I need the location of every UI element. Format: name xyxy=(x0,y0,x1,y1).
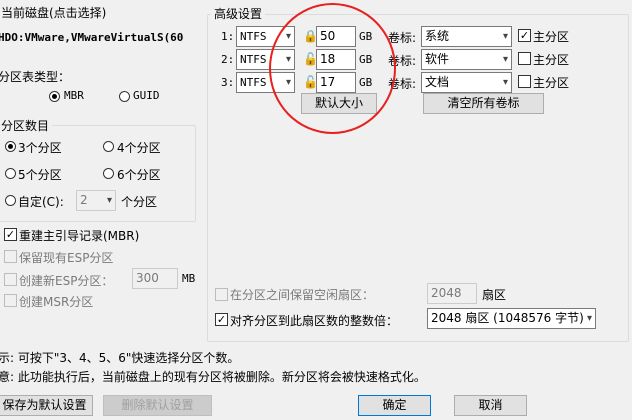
keep-esp-label: 保留现有ESP分区 xyxy=(19,251,114,265)
partition-count-title: 分区数目 xyxy=(0,117,53,134)
row-2-unit: GB xyxy=(359,53,373,66)
disk-selector[interactable]: HDO:VMware,VMwareVirtualS(60 xyxy=(0,28,184,48)
count-6-radio[interactable] xyxy=(103,168,114,179)
row-3-primary-checkbox[interactable] xyxy=(518,75,531,88)
cancel-button[interactable]: 取消 xyxy=(454,395,527,416)
chevron-down-icon: ▾ xyxy=(586,313,592,324)
rebuild-mbr-label: 重建主引导记录(MBR) xyxy=(19,229,140,243)
row-3-unit: GB xyxy=(359,76,373,89)
row-1-vol-label-text: 卷标: xyxy=(388,31,417,45)
guid-radio[interactable] xyxy=(119,91,130,102)
count-4-label: 4个分区 xyxy=(117,141,161,155)
clear-labels-button[interactable]: 清空所有卷标 xyxy=(423,93,544,114)
row-2-fs-combo[interactable]: NTFS ▾ xyxy=(236,49,295,70)
count-5-radio[interactable] xyxy=(5,168,16,179)
esp-unit-label: MB xyxy=(182,272,196,285)
keep-free-label: 在分区之间保留空闲扇区： xyxy=(230,288,375,302)
keep-free-input[interactable]: 2048 xyxy=(427,283,477,304)
count-custom-label: 自定(C): xyxy=(18,195,64,209)
chevron-down-icon: ▾ xyxy=(285,77,291,88)
chevron-down-icon: ▾ xyxy=(502,31,508,42)
keep-free-checkbox[interactable] xyxy=(215,288,228,301)
align-combo[interactable]: 2048 扇区 (1048576 字节) ▾ xyxy=(427,308,596,329)
row-3-size-input[interactable]: 17 xyxy=(316,72,356,93)
chevron-down-icon: ▾ xyxy=(502,77,508,88)
chevron-down-icon: ▾ xyxy=(106,195,112,206)
create-esp-label: 创建新ESP分区： xyxy=(19,274,114,288)
row-3-volume-combo[interactable]: 文档 ▾ xyxy=(421,72,512,93)
row-3-primary-label: 主分区 xyxy=(533,76,570,90)
row-3-fs-value: NTFS xyxy=(240,76,267,89)
count-6-label: 6个分区 xyxy=(117,168,161,182)
row-1-unit: GB xyxy=(359,30,373,43)
row-1-volume-value: 系统 xyxy=(425,29,450,43)
save-default-button[interactable]: 保存为默认设置 xyxy=(0,395,93,416)
count-5-label: 5个分区 xyxy=(18,168,62,182)
disk-group-title: 当前磁盘(点击选择) xyxy=(0,4,110,21)
row-1-index: 1: xyxy=(221,30,235,43)
align-value: 2048 扇区 (1048576 字节) xyxy=(431,311,584,325)
rebuild-mbr-checkbox[interactable]: ✓ xyxy=(4,228,17,241)
row-1-fs-value: NTFS xyxy=(240,30,267,43)
keep-esp-checkbox[interactable] xyxy=(4,250,17,263)
row-2-index: 2: xyxy=(221,53,235,66)
chevron-down-icon: ▾ xyxy=(502,54,508,65)
create-esp-checkbox[interactable] xyxy=(4,273,17,286)
esp-size-input[interactable]: 300 xyxy=(132,268,178,289)
row-1-fs-combo[interactable]: NTFS ▾ xyxy=(236,26,295,47)
row-2-fs-value: NTFS xyxy=(240,53,267,66)
mbr-label: MBR xyxy=(64,89,84,102)
row-3-volume-value: 文档 xyxy=(425,75,450,89)
row-3-index: 3: xyxy=(221,76,235,89)
chevron-down-icon: ▾ xyxy=(285,54,291,65)
count-3-radio[interactable] xyxy=(5,141,16,152)
chevron-down-icon: ▾ xyxy=(285,31,291,42)
create-msr-checkbox[interactable] xyxy=(4,294,17,307)
hint-line-2: 意: 此功能执行后，当前磁盘上的现有分区将被删除。新分区将会被快速格式化。 xyxy=(0,370,426,384)
partition-type-title: 分区表类型： xyxy=(0,70,71,84)
create-msr-label: 创建MSR分区 xyxy=(19,295,94,309)
count-3-label: 3个分区 xyxy=(18,141,62,155)
hint-line-1: 示: 可按下"3、4、5、6"快速选择分区个数。 xyxy=(0,351,240,365)
row-3-vol-label-text: 卷标: xyxy=(388,77,417,91)
align-checkbox[interactable]: ✓ xyxy=(215,313,228,326)
row-2-volume-combo[interactable]: 软件 ▾ xyxy=(421,49,512,70)
custom-count-combo[interactable]: 2 ▾ xyxy=(76,190,116,211)
count-custom-radio[interactable] xyxy=(5,195,16,206)
custom-count-suffix: 个分区 xyxy=(121,195,158,209)
custom-count-value: 2 xyxy=(80,193,88,207)
default-size-button[interactable]: 默认大小 xyxy=(301,93,377,114)
row-3-fs-combo[interactable]: NTFS ▾ xyxy=(236,72,295,93)
row-2-size-input[interactable]: 18 xyxy=(316,49,356,70)
row-1-primary-label: 主分区 xyxy=(533,30,570,44)
row-2-vol-label-text: 卷标: xyxy=(388,54,417,68)
guid-label: GUID xyxy=(133,89,160,102)
mbr-radio[interactable] xyxy=(49,91,60,102)
row-1-primary-checkbox[interactable]: ✓ xyxy=(518,29,531,42)
row-1-size-input[interactable]: 50 xyxy=(316,26,356,47)
count-4-radio[interactable] xyxy=(103,141,114,152)
keep-free-unit: 扇区 xyxy=(482,288,507,302)
row-2-primary-label: 主分区 xyxy=(533,53,570,67)
row-2-primary-checkbox[interactable] xyxy=(518,52,531,65)
delete-default-button[interactable]: 删除默认设置 xyxy=(103,395,212,416)
row-2-volume-value: 软件 xyxy=(425,52,450,66)
advanced-settings-title: 高级设置 xyxy=(211,5,266,22)
row-1-volume-combo[interactable]: 系统 ▾ xyxy=(421,26,512,47)
align-label: 对齐分区到此扇区数的整数倍： xyxy=(230,314,399,328)
ok-button[interactable]: 确定 xyxy=(358,395,431,416)
